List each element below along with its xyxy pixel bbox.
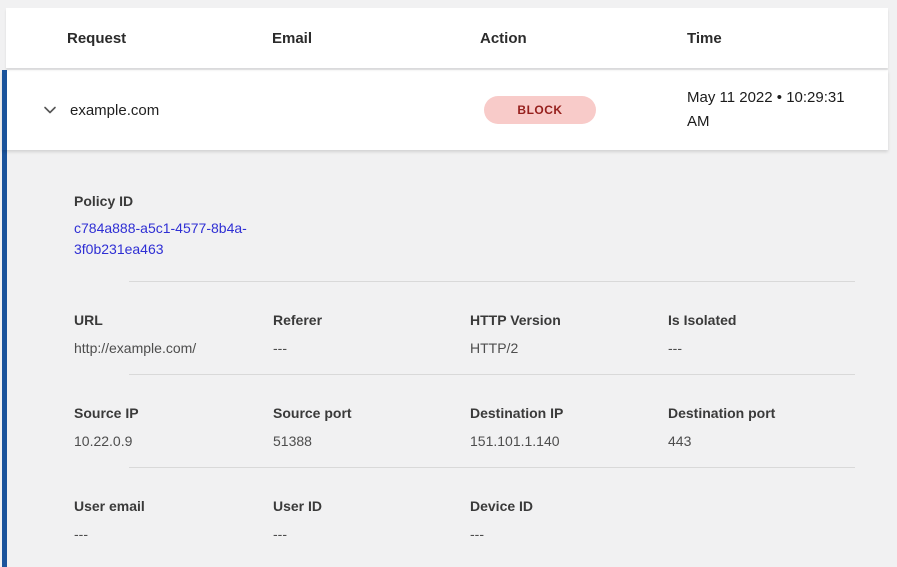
detail-label-user-id: User ID [273, 498, 458, 514]
detail-value-source-port: 51388 [273, 431, 458, 451]
detail-value-url: http://example.com/ [74, 338, 261, 358]
detail-label-source-port: Source port [273, 405, 458, 421]
network-detail-group: Source IP 10.22.0.9 Source port 51388 De… [74, 375, 876, 467]
chevron-down-icon [42, 102, 58, 118]
policy-id-link[interactable]: c784a888-a5c1-4577-8b4a-3f0b231ea463 [74, 218, 279, 260]
column-header-email: Email [272, 30, 480, 47]
detail-value-device-id: --- [470, 524, 656, 544]
detail-label-user-email: User email [74, 498, 261, 514]
detail-value-is-isolated: --- [668, 338, 876, 358]
policy-id-group: Policy ID c784a888-a5c1-4577-8b4a-3f0b23… [74, 150, 876, 281]
time-cell: May 11 2022 • 10:29:31 AM [687, 86, 867, 134]
detail-value-destination-port: 443 [668, 431, 876, 451]
detail-value-source-ip: 10.22.0.9 [74, 431, 261, 451]
detail-value-user-id: --- [273, 524, 458, 544]
expand-collapse-toggle[interactable] [42, 102, 70, 118]
detail-label-http-version: HTTP Version [470, 312, 656, 328]
user-detail-group: User email --- User ID --- Device ID --- [74, 468, 876, 560]
log-detail-panel: Policy ID c784a888-a5c1-4577-8b4a-3f0b23… [2, 150, 897, 567]
column-header-action: Action [480, 30, 687, 47]
detail-label-referer: Referer [273, 312, 458, 328]
detail-label-destination-ip: Destination IP [470, 405, 656, 421]
action-cell: BLOCK [480, 96, 687, 124]
detail-value-http-version: HTTP/2 [470, 338, 656, 358]
column-header-request: Request [67, 30, 272, 47]
action-block-badge: BLOCK [484, 96, 596, 124]
log-table-header: Request Email Action Time [6, 8, 888, 68]
detail-label-is-isolated: Is Isolated [668, 312, 876, 328]
detail-label-device-id: Device ID [470, 498, 656, 514]
column-header-time: Time [687, 30, 888, 47]
detail-label-source-ip: Source IP [74, 405, 261, 421]
detail-label-policy-id: Policy ID [74, 193, 876, 209]
log-row-example-com[interactable]: example.com BLOCK May 11 2022 • 10:29:31… [2, 70, 888, 150]
request-cell: example.com [70, 102, 272, 119]
detail-value-user-email: --- [74, 524, 261, 544]
detail-label-destination-port: Destination port [668, 405, 876, 421]
http-detail-group: URL http://example.com/ Referer --- HTTP… [74, 282, 876, 374]
detail-value-referer: --- [273, 338, 458, 358]
detail-label-url: URL [74, 312, 261, 328]
detail-value-destination-ip: 151.101.1.140 [470, 431, 656, 451]
